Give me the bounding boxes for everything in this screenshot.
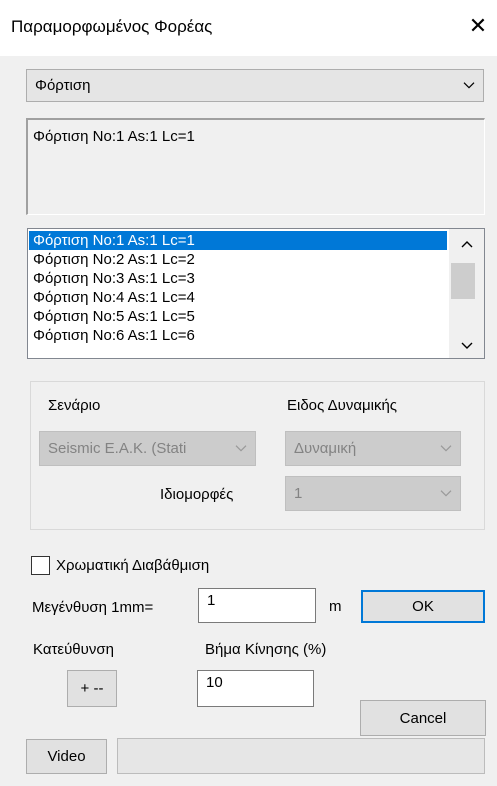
magnification-label: Μεγένθυση 1mm=	[32, 599, 154, 616]
load-list-item[interactable]: Φόρτιση No:2 As:1 Lc=2	[29, 250, 447, 269]
modes-value: 1	[294, 485, 303, 502]
color-gradation-checkbox[interactable]	[31, 556, 50, 575]
chevron-down-icon	[463, 76, 475, 93]
scenario-label: Σενάριο	[48, 397, 101, 414]
list-scrollbar[interactable]	[449, 229, 484, 358]
close-icon[interactable]: ✕	[466, 12, 490, 40]
dynamics-type-value: Δυναμική	[294, 440, 357, 457]
scroll-thumb[interactable]	[451, 263, 475, 299]
scenario-select[interactable]: Seismic E.A.K. (Stati	[39, 431, 256, 466]
motion-step-input[interactable]: 10	[197, 670, 314, 707]
chevron-down-icon	[440, 484, 452, 501]
magnification-unit: m	[329, 598, 342, 615]
load-list-item[interactable]: Φόρτιση No:6 As:1 Lc=6	[29, 326, 447, 345]
window-title: Παραμορφωμένος Φορέας	[11, 17, 213, 36]
scroll-down-arrow-icon[interactable]	[449, 337, 484, 355]
view-select[interactable]: Φόρτιση	[26, 69, 484, 102]
magnification-input[interactable]: 1	[198, 588, 316, 623]
modes-select[interactable]: 1	[285, 476, 461, 511]
scroll-up-arrow-icon[interactable]	[449, 235, 484, 253]
info-box-text: Φόρτιση No:1 As:1 Lc=1	[33, 128, 195, 145]
dynamics-type-label: Ειδος Δυναμικής	[287, 397, 398, 414]
load-list-items: Φόρτιση No:1 As:1 Lc=1 Φόρτιση No:2 As:1 …	[29, 231, 447, 345]
chevron-down-icon	[235, 439, 247, 456]
load-list-item[interactable]: Φόρτιση No:5 As:1 Lc=5	[29, 307, 447, 326]
load-list-item[interactable]: Φόρτιση No:4 As:1 Lc=4	[29, 288, 447, 307]
load-list-item[interactable]: Φόρτιση No:1 As:1 Lc=1	[29, 231, 447, 250]
video-button[interactable]: Video	[26, 739, 107, 774]
chevron-down-icon	[440, 439, 452, 456]
ok-button[interactable]: OK	[361, 590, 485, 623]
color-gradation-label[interactable]: Χρωματική Διαβάθμιση	[56, 557, 209, 574]
scenario-select-value: Seismic E.A.K. (Stati	[48, 440, 187, 457]
info-box: Φόρτιση No:1 As:1 Lc=1	[26, 118, 485, 215]
load-list[interactable]: Φόρτιση No:1 As:1 Lc=1 Φόρτιση No:2 As:1 …	[27, 228, 485, 359]
modes-label: Ιδιομορφές	[160, 486, 234, 503]
view-select-value: Φόρτιση	[35, 77, 91, 94]
load-list-item[interactable]: Φόρτιση No:3 As:1 Lc=3	[29, 269, 447, 288]
motion-step-label: Βήμα Κίνησης (%)	[205, 641, 327, 658]
cancel-button[interactable]: Cancel	[360, 700, 486, 736]
dynamics-type-select[interactable]: Δυναμική	[285, 431, 461, 466]
direction-toggle-button[interactable]: + --	[67, 670, 117, 707]
direction-label: Κατεύθυνση	[33, 641, 114, 658]
progress-bar	[117, 738, 485, 774]
